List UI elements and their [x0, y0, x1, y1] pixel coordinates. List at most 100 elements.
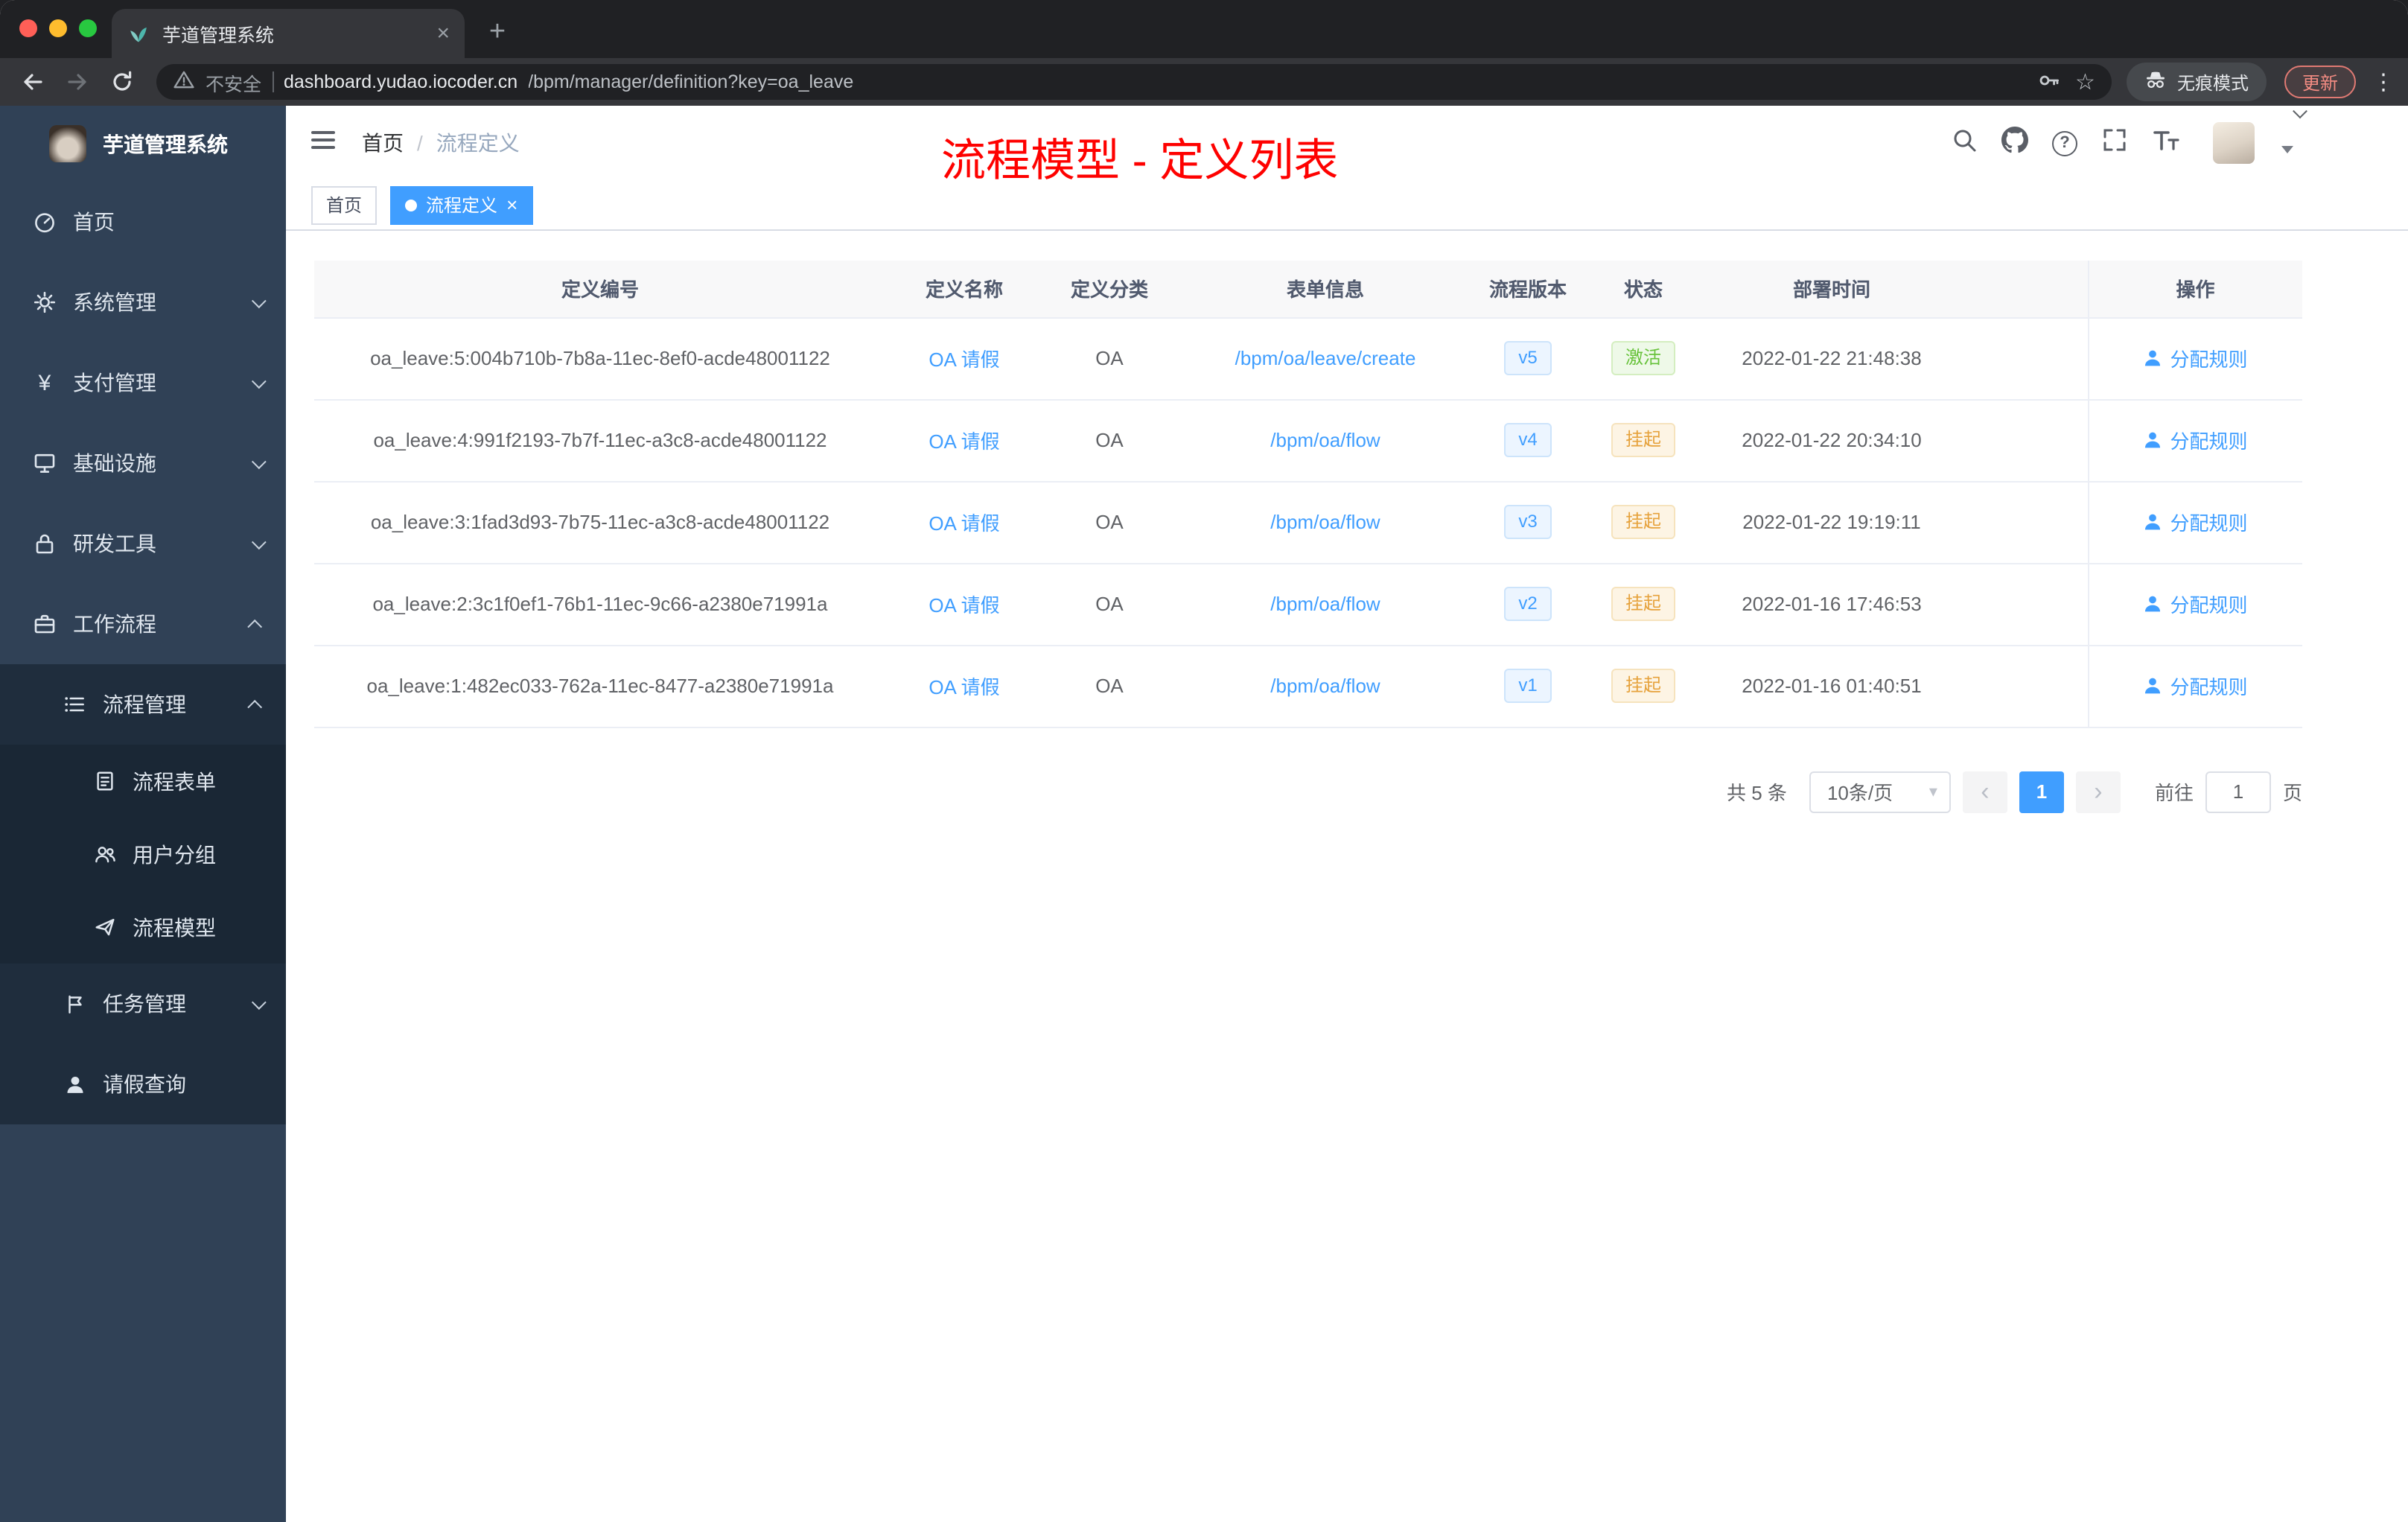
definition-name-link[interactable]: OA 请假	[929, 348, 999, 371]
back-icon[interactable]	[13, 63, 52, 101]
update-label: 更新	[2302, 72, 2338, 93]
window-controls	[19, 19, 97, 37]
column-header: 表单信息	[1176, 261, 1474, 318]
form-info-link[interactable]: /bpm/oa/flow	[1270, 429, 1380, 451]
tag-close-icon[interactable]: ×	[506, 195, 517, 214]
sidebar-logo-row: 芋道管理系统	[0, 106, 286, 182]
definition-name-link[interactable]: OA 请假	[929, 512, 999, 535]
definition-category: OA	[1042, 645, 1176, 727]
deploy-time: 2022-01-22 19:19:11	[1705, 481, 1958, 564]
chevron-down-icon	[251, 373, 267, 389]
form-icon	[92, 769, 116, 793]
definition-name-link[interactable]: OA 请假	[929, 676, 999, 698]
table-row: oa_leave:5:004b710b-7b8a-11ec-8ef0-acde4…	[314, 317, 2302, 400]
sidebar-item-label: 系统管理	[73, 290, 156, 314]
avatar[interactable]	[2213, 122, 2255, 164]
sidebar-item-payment-management[interactable]: ¥ 支付管理	[0, 343, 286, 423]
tags-view-bar: 首页 流程定义 ×	[286, 180, 2408, 231]
font-size-icon[interactable]	[2152, 126, 2180, 160]
list-icon	[63, 692, 86, 716]
pagination-total: 共 5 条	[1727, 782, 1787, 804]
sidebar-item-dev-tools[interactable]: 研发工具	[0, 503, 286, 584]
sidebar: 芋道管理系统 首页 系统管理 ¥ 支付管理 基础设施 研发工具 工作流程 流程管…	[0, 106, 286, 1522]
hamburger-icon[interactable]	[308, 124, 338, 162]
assign-rule-link[interactable]: 分配规则	[2143, 426, 2248, 454]
tab-close-icon[interactable]: ×	[436, 22, 450, 45]
url-path: /bpm/manager/definition?key=oa_leave	[528, 71, 854, 92]
definition-name-link[interactable]: OA 请假	[929, 430, 999, 453]
page-size-select[interactable]: 10条/页 ▾	[1809, 771, 1951, 812]
sidebar-item-label: 用户分组	[133, 842, 216, 866]
annotation-title: 流程模型 - 定义列表	[941, 137, 1339, 186]
chevron-down-icon	[251, 453, 267, 469]
sidebar-item-system-management[interactable]: 系统管理	[0, 262, 286, 343]
chevron-down-icon	[251, 994, 267, 1010]
pagination: 共 5 条 10条/页 ▾ ‹ 1 › 前往 页	[314, 771, 2302, 812]
definition-category: OA	[1042, 399, 1176, 482]
avatar-caret-down-icon[interactable]	[2281, 145, 2293, 153]
password-key-icon[interactable]	[2036, 68, 2060, 96]
new-tab-button[interactable]: +	[480, 15, 515, 51]
definition-category: OA	[1042, 317, 1176, 400]
fullscreen-icon[interactable]	[2101, 126, 2128, 160]
minimize-window-button[interactable]	[49, 19, 67, 37]
column-header: 部署时间	[1705, 261, 1958, 318]
next-page-button[interactable]: ›	[2075, 771, 2121, 812]
sidebar-item-task-management[interactable]: 任务管理	[0, 964, 286, 1044]
page-number-button[interactable]: 1	[2019, 771, 2064, 812]
filler-cell	[1958, 317, 2088, 400]
form-info-link[interactable]: /bpm/oa/flow	[1270, 675, 1380, 697]
user-icon	[2145, 514, 2161, 530]
sidebar-item-infrastructure[interactable]: 基础设施	[0, 423, 286, 503]
browser-window: 芋道管理系统 × + 不安全 dashboard.yudao.iocoder.c…	[0, 0, 2408, 1522]
assign-rule-link[interactable]: 分配规则	[2143, 672, 2248, 700]
browser-tab[interactable]: 芋道管理系统 ×	[112, 9, 465, 58]
browser-menu-icon[interactable]: ⋮	[2372, 69, 2395, 95]
flag-icon	[63, 992, 86, 1016]
prev-page-button[interactable]: ‹	[1962, 771, 2007, 812]
assign-rule-link[interactable]: 分配规则	[2143, 590, 2248, 618]
not-secure-warning-icon	[173, 69, 195, 95]
assign-rule-link[interactable]: 分配规则	[2143, 508, 2248, 536]
bookmark-star-icon[interactable]: ☆	[2075, 71, 2095, 93]
reload-icon[interactable]	[103, 63, 141, 101]
tag-home[interactable]: 首页	[311, 185, 378, 224]
definition-name-link[interactable]: OA 请假	[929, 594, 999, 617]
forward-icon[interactable]	[58, 63, 97, 101]
page-size-value: 10条/页	[1826, 782, 1893, 804]
maximize-window-button[interactable]	[79, 19, 97, 37]
form-info-link[interactable]: /bpm/oa/leave/create	[1235, 347, 1416, 369]
search-icon[interactable]	[1951, 126, 1978, 160]
sidebar-item-workflow[interactable]: 工作流程	[0, 584, 286, 664]
sidebar-item-process-management[interactable]: 流程管理	[0, 664, 286, 745]
sidebar-item-leave-query[interactable]: 请假查询	[0, 1044, 286, 1124]
form-info-link[interactable]: /bpm/oa/flow	[1270, 511, 1380, 533]
tag-label: 流程定义	[426, 195, 498, 216]
sidebar-item-home[interactable]: 首页	[0, 182, 286, 262]
help-icon[interactable]: ?	[2052, 130, 2077, 156]
column-header: 定义名称	[886, 261, 1042, 318]
url-bar[interactable]: 不安全 dashboard.yudao.iocoder.cn /bpm/mana…	[156, 64, 2112, 100]
side-panel-chevron-icon[interactable]	[2289, 103, 2310, 124]
assign-rule-label: 分配规则	[2170, 348, 2248, 371]
user-group-icon	[92, 842, 116, 866]
close-window-button[interactable]	[19, 19, 37, 37]
form-info-link[interactable]: /bpm/oa/flow	[1270, 593, 1380, 615]
update-button[interactable]: 更新	[2284, 66, 2356, 98]
sidebar-item-user-group[interactable]: 用户分组	[0, 818, 286, 891]
sidebar-item-process-form[interactable]: 流程表单	[0, 745, 286, 818]
active-tag-dot	[405, 199, 418, 211]
assign-rule-link[interactable]: 分配规则	[2143, 344, 2248, 372]
sidebar-item-label: 首页	[73, 210, 115, 234]
user-icon	[2145, 678, 2161, 694]
goto-page-input[interactable]	[2205, 771, 2271, 812]
breadcrumb-home[interactable]: 首页	[362, 128, 404, 158]
github-icon[interactable]	[2001, 126, 2028, 160]
gear-icon	[33, 290, 57, 314]
logo-avatar	[49, 125, 86, 162]
sidebar-item-process-model[interactable]: 流程模型	[0, 891, 286, 964]
filler-cell	[1958, 399, 2088, 482]
chevron-up-icon	[247, 698, 263, 714]
tag-process-definition[interactable]: 流程定义 ×	[390, 185, 533, 224]
version-badge: v1	[1503, 668, 1552, 704]
